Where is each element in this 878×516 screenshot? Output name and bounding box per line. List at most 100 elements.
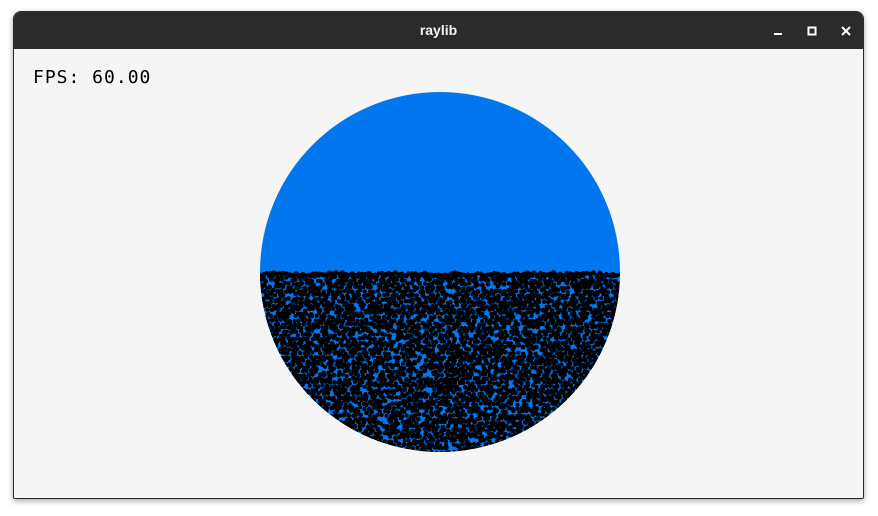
particle xyxy=(492,375,498,381)
particle xyxy=(331,284,336,289)
particle xyxy=(272,293,278,298)
particle xyxy=(482,343,487,348)
particle xyxy=(536,335,542,341)
particle xyxy=(519,424,524,429)
particle xyxy=(446,449,451,452)
close-button[interactable] xyxy=(835,20,857,42)
particle xyxy=(513,390,519,396)
particle xyxy=(370,295,376,301)
particle xyxy=(449,409,454,414)
particle xyxy=(501,368,507,374)
particle xyxy=(434,375,439,381)
particle xyxy=(300,383,305,388)
game-canvas[interactable]: FPS: 60.00 xyxy=(14,49,863,498)
particle xyxy=(511,408,516,414)
particle xyxy=(499,358,504,363)
particle xyxy=(398,445,403,451)
particle xyxy=(267,284,272,290)
particle xyxy=(342,303,347,308)
particle xyxy=(571,308,576,313)
particle xyxy=(350,353,355,359)
particle xyxy=(557,327,562,333)
particle xyxy=(503,335,508,340)
particle xyxy=(466,321,472,326)
particle xyxy=(489,442,494,447)
particle xyxy=(340,343,345,348)
particle xyxy=(457,401,462,407)
particle xyxy=(357,427,363,432)
particle xyxy=(504,439,509,444)
particle xyxy=(314,291,319,297)
particle xyxy=(576,361,582,367)
particle xyxy=(338,420,343,425)
particle xyxy=(481,322,487,327)
particle xyxy=(396,295,402,301)
particle xyxy=(267,303,272,309)
minimize-icon xyxy=(774,33,782,35)
particle xyxy=(465,445,471,451)
particle xyxy=(534,361,539,366)
particle xyxy=(597,304,602,309)
particle xyxy=(310,372,315,377)
particle xyxy=(587,292,593,298)
particle xyxy=(419,365,424,370)
particle xyxy=(396,404,401,410)
particle xyxy=(316,324,321,330)
particle xyxy=(517,361,523,367)
particle xyxy=(483,406,489,412)
particle xyxy=(506,288,511,293)
particle xyxy=(293,336,299,341)
particle xyxy=(551,287,556,293)
particle xyxy=(546,300,551,305)
particle xyxy=(535,310,540,315)
particle xyxy=(538,317,544,322)
particle xyxy=(301,358,306,363)
particle xyxy=(401,442,407,448)
particle xyxy=(310,350,315,355)
particle xyxy=(477,430,483,436)
particle xyxy=(343,358,349,363)
titlebar[interactable]: raylib xyxy=(14,12,863,49)
particle xyxy=(416,310,422,316)
particle xyxy=(566,285,571,290)
particle xyxy=(368,284,373,290)
particle xyxy=(407,379,412,384)
particle xyxy=(283,289,289,294)
particle xyxy=(466,277,471,282)
particle xyxy=(310,394,316,399)
particle xyxy=(383,443,388,448)
particle xyxy=(521,398,527,404)
particle xyxy=(461,298,467,304)
particle xyxy=(516,342,522,348)
particle xyxy=(400,361,405,366)
particle xyxy=(396,441,402,447)
particle xyxy=(481,306,487,312)
particle xyxy=(424,445,429,450)
particle xyxy=(586,284,592,290)
particle xyxy=(466,299,471,305)
particle xyxy=(393,423,399,429)
particle xyxy=(544,284,550,290)
particle xyxy=(310,306,315,311)
minimize-button[interactable] xyxy=(767,20,789,42)
particle xyxy=(362,368,368,374)
particle xyxy=(417,281,423,286)
particle xyxy=(416,347,422,353)
particle xyxy=(482,401,488,406)
particle xyxy=(508,401,514,406)
particle xyxy=(472,419,477,425)
particle xyxy=(380,343,386,348)
particle xyxy=(379,412,384,418)
particle xyxy=(410,424,415,429)
particle xyxy=(413,441,418,447)
particle xyxy=(350,331,356,337)
particle xyxy=(486,401,492,407)
particle xyxy=(454,281,459,286)
maximize-button[interactable] xyxy=(801,20,823,42)
particle xyxy=(397,395,403,400)
particle xyxy=(341,412,347,418)
particle xyxy=(436,379,441,384)
particle xyxy=(346,368,351,373)
particle xyxy=(376,293,382,298)
particle xyxy=(410,300,415,306)
